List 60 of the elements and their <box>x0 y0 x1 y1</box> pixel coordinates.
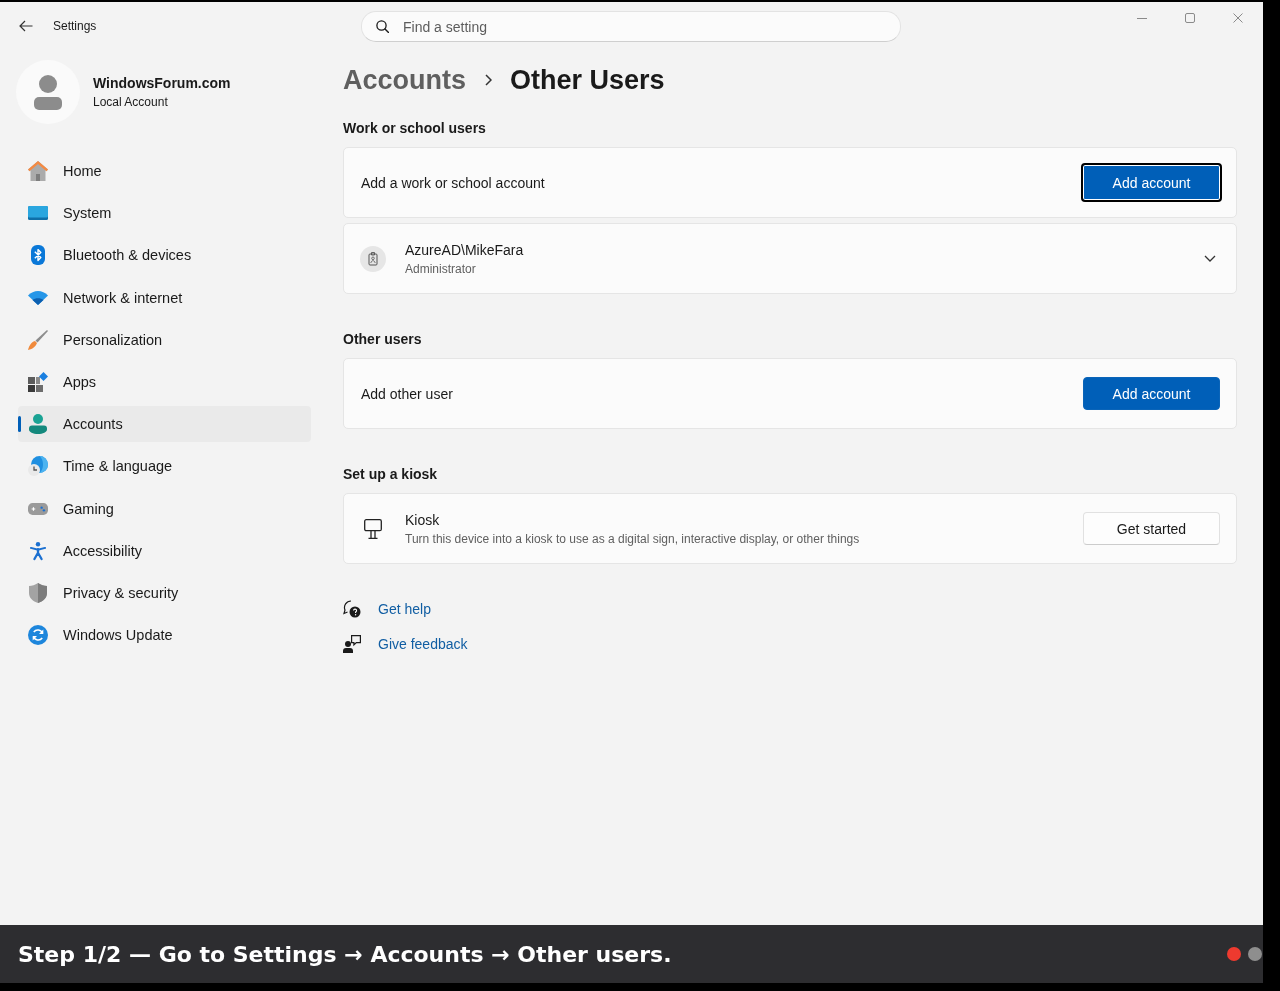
sidebar-item[interactable]: Gaming <box>18 490 311 527</box>
user-card[interactable]: AzureAD\MikeFara Administrator <box>343 223 1237 294</box>
action-button[interactable]: Get started <box>1083 512 1220 545</box>
card-label: Add other user <box>361 384 453 403</box>
profile-name: WindowsForum.com <box>93 74 231 92</box>
sidebar-item[interactable]: Network & internet <box>18 279 311 316</box>
wifi-icon <box>28 290 48 305</box>
paintbrush-icon <box>28 329 48 350</box>
section-heading: Set up a kiosk <box>343 465 438 484</box>
sidebar-item[interactable]: Home <box>18 153 311 189</box>
help-link[interactable]: Get help <box>343 597 431 621</box>
action-button[interactable]: Add account <box>1083 377 1220 410</box>
app-tiles-icon <box>28 371 48 392</box>
sidebar-item[interactable]: Apps <box>18 363 311 400</box>
back-arrow-icon[interactable] <box>19 20 33 32</box>
card-label: Add a work or school account <box>361 173 545 192</box>
sidebar-item[interactable]: Accessibility <box>18 532 311 569</box>
step-dot[interactable] <box>1248 947 1262 961</box>
avatar-icon <box>16 60 80 124</box>
globe-clock-icon <box>28 456 48 477</box>
sidebar-item[interactable]: Privacy & security <box>18 574 311 611</box>
sidebar-item[interactable]: Bluetooth & devices <box>18 237 311 274</box>
help-bubble-icon <box>343 600 361 618</box>
window-title: Settings <box>53 19 97 33</box>
accessibility-icon <box>30 540 46 561</box>
id-badge-icon <box>360 245 386 272</box>
breadcrumb-link[interactable]: Accounts <box>343 64 467 96</box>
close-icon[interactable] <box>1233 13 1243 23</box>
sidebar-item[interactable]: Personalization <box>18 321 311 358</box>
search-icon <box>376 20 389 33</box>
feedback-link[interactable]: Give feedback <box>343 632 468 656</box>
step-dot[interactable] <box>1227 947 1241 961</box>
sidebar-item[interactable]: Windows Update <box>18 617 311 654</box>
section-heading: Other users <box>343 330 422 349</box>
maximize-icon[interactable] <box>1185 13 1195 23</box>
person-icon <box>29 414 47 435</box>
caption-text: Step 1/2 — Go to Settings → Accounts → Other users. <box>18 941 672 967</box>
search-field[interactable]: Find a setting <box>361 11 901 42</box>
person-speech-icon <box>343 635 361 653</box>
sidebar-item[interactable]: Time & language <box>18 448 311 485</box>
minimize-icon[interactable] <box>1137 17 1147 19</box>
kiosk-title: Kiosk <box>405 510 440 529</box>
sidebar-item[interactable]: System <box>18 195 311 232</box>
chevron-down-icon[interactable] <box>1204 255 1216 262</box>
bluetooth-icon <box>31 245 45 266</box>
shield-icon <box>29 582 47 603</box>
kiosk-description: Turn this device into a kiosk to use as a digital sign, interactive display, or other things <box>405 530 860 547</box>
account-type: Local Account <box>93 94 168 110</box>
page-title: Other Users <box>510 64 665 96</box>
sidebar-item[interactable]: Accounts <box>18 406 311 443</box>
user-role: Administrator <box>405 260 476 277</box>
gamepad-icon <box>28 502 48 515</box>
monitor-icon <box>28 206 48 221</box>
user-name: AzureAD\MikeFara <box>405 240 524 259</box>
refresh-icon <box>28 625 48 646</box>
chevron-right-icon <box>485 74 493 86</box>
action-button[interactable]: Add account <box>1081 163 1222 202</box>
house-icon <box>28 161 48 181</box>
sign-stand-icon <box>364 518 382 539</box>
section-heading: Work or school users <box>343 119 486 138</box>
